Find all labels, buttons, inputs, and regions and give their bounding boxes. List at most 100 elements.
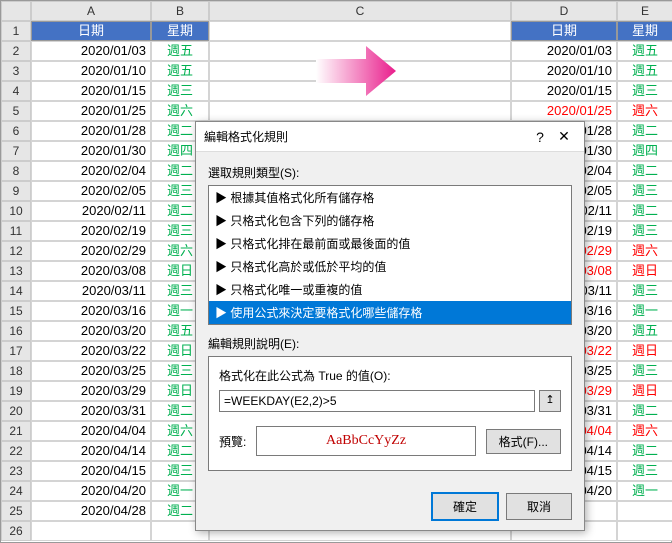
- cell-date[interactable]: 2020/02/19: [31, 221, 151, 241]
- rule-type-item[interactable]: ▶ 只格式化排在最前面或最後面的值: [209, 232, 571, 255]
- cell-weekday[interactable]: [617, 501, 672, 521]
- cell-weekday[interactable]: 週三: [617, 281, 672, 301]
- cell-date[interactable]: 2020/01/25: [511, 101, 617, 121]
- row-header[interactable]: 25: [1, 501, 31, 521]
- cell-weekday[interactable]: 週日: [617, 381, 672, 401]
- rule-type-item[interactable]: ▶ 只格式化唯一或重複的值: [209, 278, 571, 301]
- range-selector-icon[interactable]: ↥: [539, 390, 561, 412]
- cell-date[interactable]: 2020/01/30: [31, 141, 151, 161]
- cell-date[interactable]: 2020/02/04: [31, 161, 151, 181]
- rule-type-item[interactable]: ▶ 使用公式來決定要格式化哪些儲存格: [209, 301, 571, 324]
- col-header-D[interactable]: D: [511, 1, 617, 21]
- row-header[interactable]: 7: [1, 141, 31, 161]
- col-header-B[interactable]: B: [151, 1, 209, 21]
- cell-weekday[interactable]: 週日: [617, 341, 672, 361]
- ok-button[interactable]: 確定: [432, 493, 498, 520]
- cell-weekday[interactable]: 週二: [617, 201, 672, 221]
- cell-date[interactable]: 2020/01/15: [511, 81, 617, 101]
- rule-type-item[interactable]: ▶ 只格式化包含下列的儲存格: [209, 209, 571, 232]
- row-header[interactable]: 24: [1, 481, 31, 501]
- close-icon[interactable]: ✕: [552, 128, 576, 145]
- cell-weekday[interactable]: 週日: [617, 261, 672, 281]
- cell-weekday[interactable]: 週三: [617, 81, 672, 101]
- cell-date[interactable]: [31, 521, 151, 541]
- cell-weekday[interactable]: 週三: [617, 181, 672, 201]
- cell-date[interactable]: 2020/01/03: [511, 41, 617, 61]
- header-cell[interactable]: 日期: [31, 21, 151, 41]
- row-header[interactable]: 16: [1, 321, 31, 341]
- cell-weekday[interactable]: 週六: [617, 101, 672, 121]
- cell-date[interactable]: 2020/04/14: [31, 441, 151, 461]
- row-header[interactable]: 3: [1, 61, 31, 81]
- cell-date[interactable]: 2020/03/16: [31, 301, 151, 321]
- cell-date[interactable]: 2020/04/15: [31, 461, 151, 481]
- cell-date[interactable]: 2020/01/03: [31, 41, 151, 61]
- cell-weekday[interactable]: 週五: [617, 61, 672, 81]
- cell-date[interactable]: 2020/01/10: [31, 61, 151, 81]
- row-header[interactable]: 14: [1, 281, 31, 301]
- row-header[interactable]: 23: [1, 461, 31, 481]
- cell-weekday[interactable]: 週六: [151, 101, 209, 121]
- row-header[interactable]: 10: [1, 201, 31, 221]
- cell[interactable]: [209, 61, 511, 81]
- cell-weekday[interactable]: 週三: [617, 461, 672, 481]
- row-header[interactable]: 26: [1, 521, 31, 541]
- row-header[interactable]: 5: [1, 101, 31, 121]
- cell-date[interactable]: 2020/04/20: [31, 481, 151, 501]
- row-header[interactable]: 4: [1, 81, 31, 101]
- formula-input[interactable]: [219, 390, 535, 412]
- cell-weekday[interactable]: 週一: [617, 301, 672, 321]
- cell-weekday[interactable]: 週二: [617, 401, 672, 421]
- cell-date[interactable]: 2020/03/22: [31, 341, 151, 361]
- cell-weekday[interactable]: 週三: [617, 361, 672, 381]
- cell-date[interactable]: 2020/02/05: [31, 181, 151, 201]
- cell-date[interactable]: 2020/03/08: [31, 261, 151, 281]
- header-cell[interactable]: 日期: [511, 21, 617, 41]
- row-header[interactable]: 9: [1, 181, 31, 201]
- col-header-E[interactable]: E: [617, 1, 672, 21]
- row-header[interactable]: 13: [1, 261, 31, 281]
- col-header-A[interactable]: A: [31, 1, 151, 21]
- cell-weekday[interactable]: 週五: [151, 61, 209, 81]
- cell-weekday[interactable]: 週六: [617, 241, 672, 261]
- cell-weekday[interactable]: 週五: [151, 41, 209, 61]
- cell-weekday[interactable]: 週五: [617, 321, 672, 341]
- cell-date[interactable]: 2020/03/31: [31, 401, 151, 421]
- cell-weekday[interactable]: 週二: [617, 161, 672, 181]
- rule-type-list[interactable]: ▶ 根據其值格式化所有儲存格▶ 只格式化包含下列的儲存格▶ 只格式化排在最前面或…: [208, 185, 572, 325]
- cell[interactable]: [209, 41, 511, 61]
- cell-weekday[interactable]: 週三: [617, 221, 672, 241]
- cell[interactable]: [209, 81, 511, 101]
- cell-date[interactable]: 2020/01/10: [511, 61, 617, 81]
- row-header[interactable]: 8: [1, 161, 31, 181]
- cell-weekday[interactable]: 週三: [151, 81, 209, 101]
- cell-date[interactable]: 2020/04/28: [31, 501, 151, 521]
- cell-date[interactable]: 2020/03/11: [31, 281, 151, 301]
- cell-weekday[interactable]: 週四: [617, 141, 672, 161]
- cell-date[interactable]: 2020/04/04: [31, 421, 151, 441]
- format-button[interactable]: 格式(F)...: [486, 429, 561, 454]
- cancel-button[interactable]: 取消: [506, 493, 572, 520]
- cell-weekday[interactable]: 週一: [617, 481, 672, 501]
- cell[interactable]: [209, 101, 511, 121]
- col-header-C[interactable]: C: [209, 1, 511, 21]
- help-icon[interactable]: ?: [528, 129, 552, 145]
- cell-date[interactable]: 2020/01/15: [31, 81, 151, 101]
- cell-date[interactable]: 2020/03/29: [31, 381, 151, 401]
- corner-cell[interactable]: [1, 1, 31, 21]
- cell-date[interactable]: 2020/03/25: [31, 361, 151, 381]
- cell-date[interactable]: 2020/01/28: [31, 121, 151, 141]
- rule-type-item[interactable]: ▶ 只格式化高於或低於平均的值: [209, 255, 571, 278]
- cell-weekday[interactable]: 週二: [617, 121, 672, 141]
- cell-weekday[interactable]: 週六: [617, 421, 672, 441]
- row-header[interactable]: 17: [1, 341, 31, 361]
- row-header[interactable]: 15: [1, 301, 31, 321]
- row-header[interactable]: 21: [1, 421, 31, 441]
- row-header[interactable]: 19: [1, 381, 31, 401]
- cell-weekday[interactable]: [617, 521, 672, 541]
- rule-type-item[interactable]: ▶ 根據其值格式化所有儲存格: [209, 186, 571, 209]
- cell-date[interactable]: 2020/02/29: [31, 241, 151, 261]
- row-header[interactable]: 1: [1, 21, 31, 41]
- header-cell[interactable]: 星期: [151, 21, 209, 41]
- cell-date[interactable]: 2020/02/11: [31, 201, 151, 221]
